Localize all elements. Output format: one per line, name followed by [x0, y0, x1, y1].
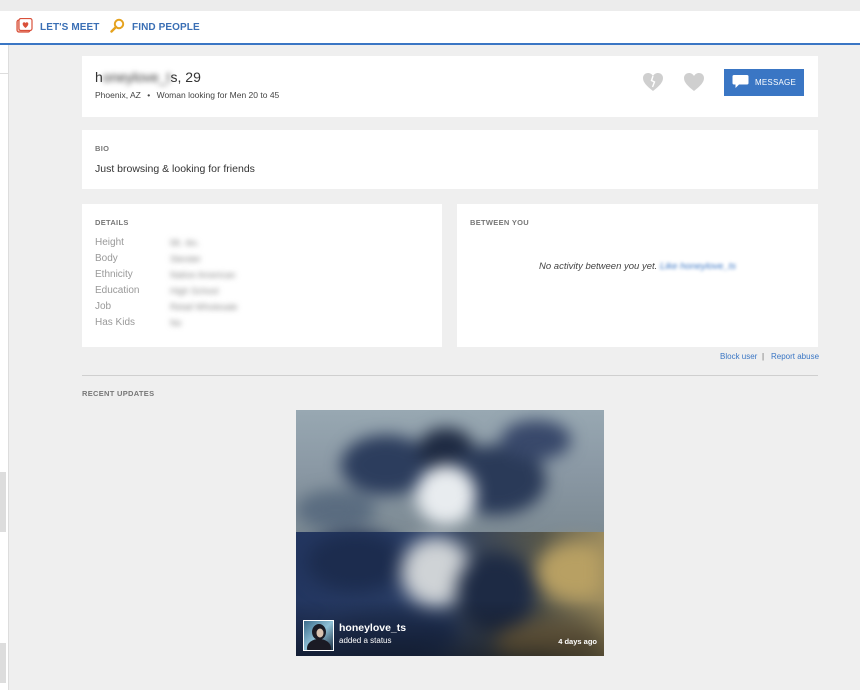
profile-name: honeylove_ts, 29	[95, 69, 201, 85]
between-you-heading: BETWEEN YOU	[470, 218, 530, 227]
update-photo-top	[296, 410, 604, 532]
update-username[interactable]: honeylove_ts	[339, 622, 406, 634]
heart-icon[interactable]	[683, 72, 705, 97]
no-activity-text: No activity between you yet.	[539, 261, 658, 272]
nav-lets-meet[interactable]: LET'S MEET	[16, 11, 100, 43]
profile-subline: Phoenix, AZ • Woman looking for Men 20 t…	[95, 90, 279, 100]
section-divider	[82, 375, 818, 376]
nav-find-people-label: FIND PEOPLE	[132, 21, 200, 33]
side-tab[interactable]	[0, 472, 6, 532]
top-navbar: LET'S MEET FIND PEOPLE	[0, 11, 860, 45]
profile-name-end: s	[170, 69, 178, 85]
detail-label-ethnicity: Ethnicity	[95, 269, 133, 280]
profile-age: , 29	[177, 69, 201, 85]
details-heading: DETAILS	[95, 218, 129, 227]
chat-bubble-icon	[732, 74, 749, 91]
detail-value-education: High School	[170, 286, 219, 296]
recent-update-card[interactable]: honeylove_ts added a status 4 days ago	[296, 410, 604, 656]
detail-label-height: Height	[95, 237, 124, 248]
top-strip	[0, 0, 860, 11]
bio-card: BIO Just browsing & looking for friends	[82, 130, 818, 189]
detail-label-education: Education	[95, 285, 140, 296]
detail-value-job: Retail Wholesale	[170, 302, 238, 312]
links-separator: |	[762, 352, 765, 361]
profile-header-card: honeylove_ts, 29 Phoenix, AZ • Woman loo…	[82, 56, 818, 117]
side-tab[interactable]	[0, 643, 6, 683]
profile-looking-for: Woman looking for Men 20 to 45	[156, 90, 280, 100]
message-button-label: MESSAGE	[755, 78, 796, 87]
avatar[interactable]	[303, 620, 334, 651]
detail-label-body: Body	[95, 253, 118, 264]
report-abuse-link[interactable]: Report abuse	[771, 352, 819, 361]
recent-updates-heading: RECENT UPDATES	[82, 389, 155, 398]
lets-meet-icon	[16, 17, 33, 36]
bio-heading: BIO	[95, 144, 110, 153]
broken-heart-icon[interactable]	[642, 72, 664, 97]
profile-name-blurred: oneylove_t	[102, 69, 171, 85]
nav-lets-meet-label: LET'S MEET	[40, 21, 100, 33]
detail-label-has-kids: Has Kids	[95, 317, 136, 328]
profile-name-start: h	[95, 69, 103, 85]
search-icon	[110, 18, 125, 36]
detail-value-has-kids: No	[170, 318, 182, 328]
update-action: added a status	[339, 636, 392, 645]
bullet-separator: •	[147, 90, 151, 100]
detail-value-body: Slender	[170, 254, 202, 264]
details-card: DETAILS Height 5ft. 4in. Body Slender Et…	[82, 204, 442, 347]
left-side-panel	[0, 45, 9, 690]
like-user-link[interactable]: Like honeylove_ts	[660, 261, 736, 272]
block-user-link[interactable]: Block user	[720, 352, 757, 361]
between-you-card: BETWEEN YOU No activity between you yet.…	[457, 204, 818, 347]
between-you-message: No activity between you yet. Like honeyl…	[457, 261, 818, 272]
message-button[interactable]: MESSAGE	[724, 69, 804, 96]
detail-value-ethnicity: Native American	[170, 270, 236, 280]
detail-label-job: Job	[95, 301, 112, 312]
profile-location: Phoenix, AZ	[95, 90, 141, 100]
detail-value-height: 5ft. 4in.	[170, 238, 200, 248]
nav-find-people[interactable]: FIND PEOPLE	[110, 11, 200, 43]
bio-text: Just browsing & looking for friends	[95, 163, 255, 175]
update-timestamp: 4 days ago	[558, 637, 597, 646]
